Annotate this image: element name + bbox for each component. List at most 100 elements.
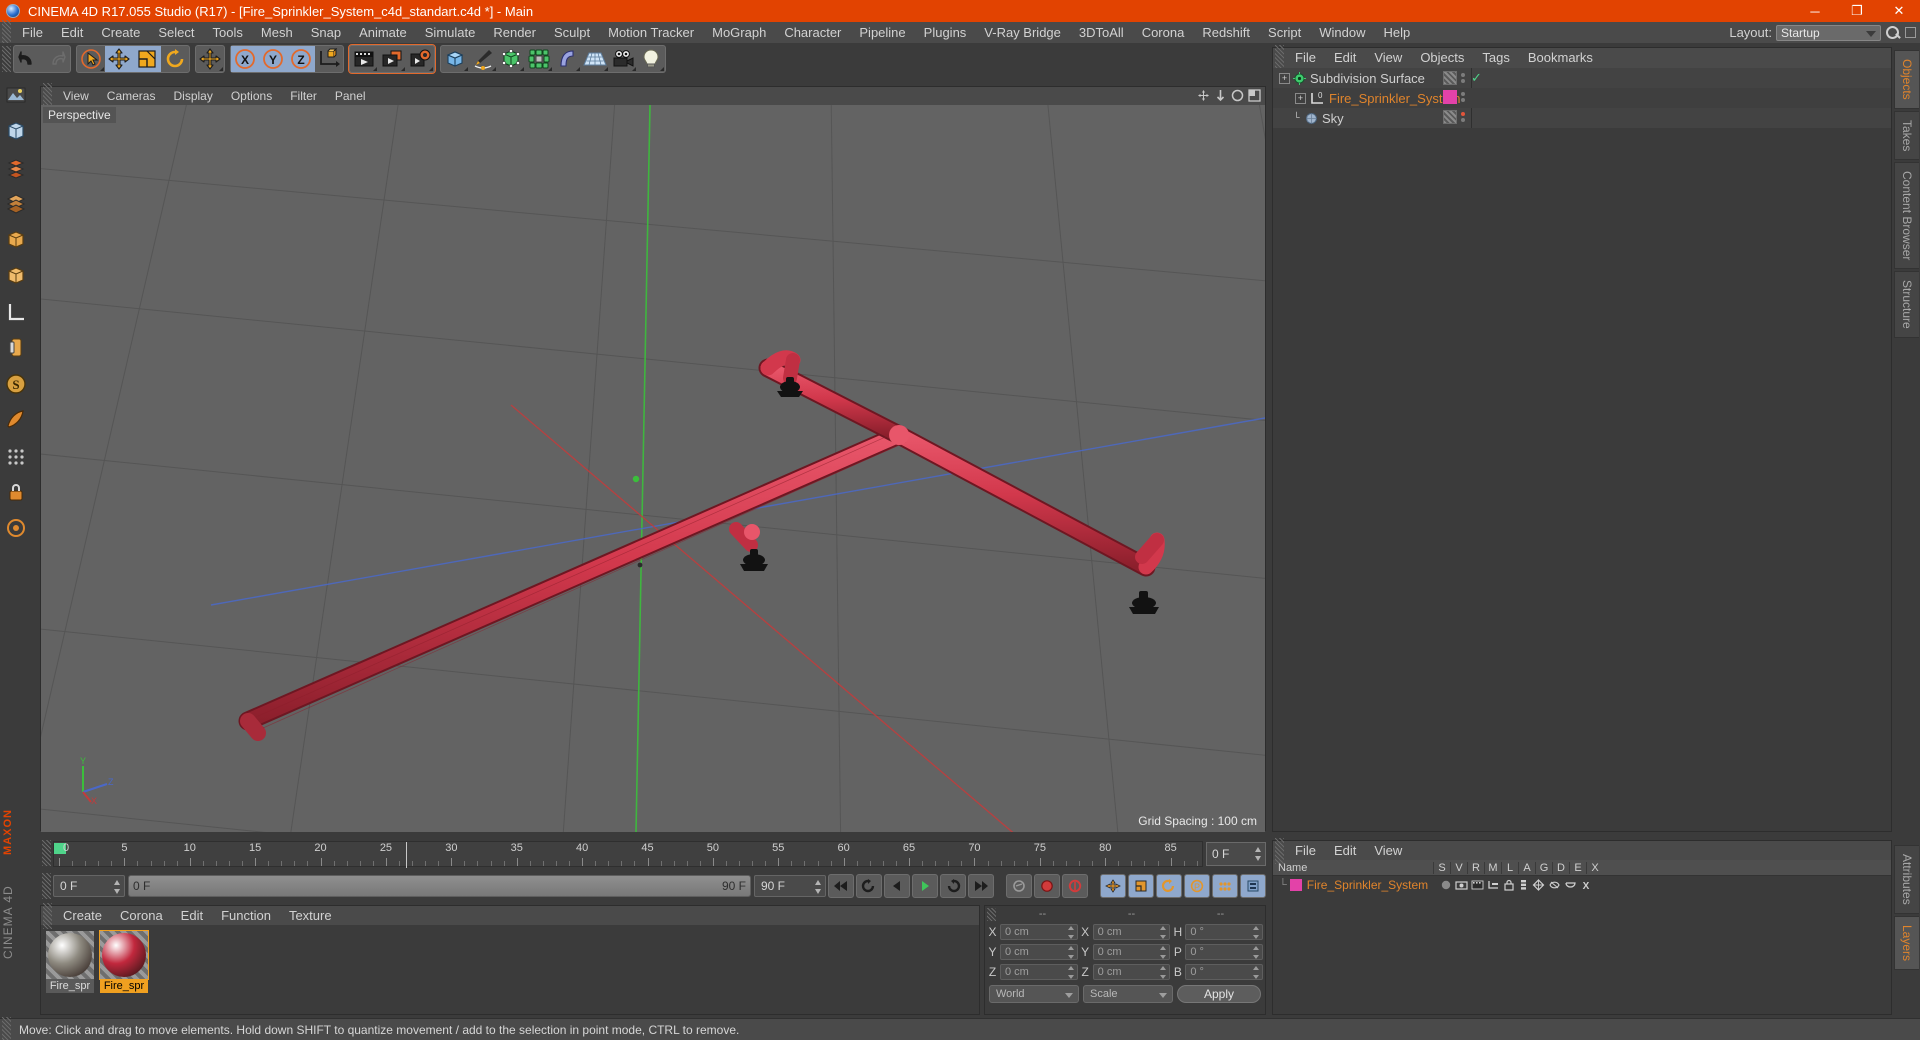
lock-z-axis-button[interactable]: Z [287, 46, 315, 72]
menu-item-select[interactable]: Select [149, 22, 203, 43]
layer-column-a[interactable]: A [1518, 861, 1535, 874]
material-item[interactable]: Fire_spr [46, 931, 94, 993]
spinner-icon[interactable] [1160, 946, 1167, 959]
spinner-icon[interactable] [1067, 966, 1075, 979]
move-alt-tool[interactable] [196, 46, 224, 72]
spline-pen-button[interactable] [469, 46, 497, 72]
material-menu-edit[interactable]: Edit [172, 906, 212, 925]
live-selection-tool[interactable] [77, 46, 105, 72]
menu-item-simulate[interactable]: Simulate [416, 22, 485, 43]
object-manager-menu-objects[interactable]: Objects [1411, 48, 1473, 68]
deformer-button[interactable] [553, 46, 581, 72]
layer-menu-view[interactable]: View [1365, 841, 1411, 860]
texture-mode-button[interactable] [1, 330, 31, 365]
record-scale-button[interactable] [1128, 874, 1154, 898]
spinner-icon[interactable] [1255, 847, 1262, 861]
visibility-dots-icon[interactable] [1461, 112, 1465, 122]
coord-field-rotation[interactable]: 0 ° [1185, 924, 1264, 940]
apply-button[interactable]: Apply [1177, 985, 1261, 1003]
coord-field-size[interactable]: 0 cm [1092, 964, 1171, 980]
layer-column-d[interactable]: D [1552, 861, 1569, 874]
visibility-dots-icon[interactable] [1461, 92, 1465, 102]
material-item[interactable]: Fire_spr [99, 930, 149, 993]
object-row[interactable]: + Subdivision Surface ✓ [1273, 68, 1891, 88]
layer-column-r[interactable]: R [1467, 861, 1484, 874]
rotate-viewport-icon[interactable] [1231, 89, 1244, 102]
menu-item-pipeline[interactable]: Pipeline [850, 22, 914, 43]
go-to-previous-key-button[interactable] [856, 874, 882, 898]
render-icon[interactable] [1471, 879, 1484, 891]
spinner-icon[interactable] [1160, 966, 1167, 979]
coord-field-position[interactable]: 0 cm [1000, 964, 1078, 980]
coord-field-size[interactable]: 0 cm [1092, 944, 1171, 960]
coord-field-rotation[interactable]: 0 ° [1185, 964, 1264, 980]
layout-dropdown[interactable]: Startup [1776, 24, 1881, 41]
object-color-swatch[interactable] [1443, 110, 1457, 124]
vertical-tab-attributes[interactable]: Attributes [1894, 845, 1919, 914]
lock-icon[interactable] [1503, 879, 1515, 891]
timeline-grip[interactable] [42, 840, 51, 866]
lock-y-axis-button[interactable]: Y [259, 46, 287, 72]
material-menu-corona[interactable]: Corona [111, 906, 172, 925]
manager-icon[interactable] [1487, 879, 1500, 891]
keyframe-selection-button[interactable] [1240, 874, 1266, 898]
menu-item-script[interactable]: Script [1259, 22, 1310, 43]
quantize-button[interactable] [1, 510, 31, 545]
model-mode-button[interactable] [1, 222, 31, 257]
viewport-3d-canvas[interactable]: Perspective Grid Spacing : 100 cm Y Z X [41, 105, 1265, 832]
autokeying-button[interactable] [1062, 874, 1088, 898]
play-forwards-button[interactable] [912, 874, 938, 898]
vertical-tab-objects[interactable]: Objects [1894, 50, 1919, 109]
menu-item-plugins[interactable]: Plugins [915, 22, 976, 43]
record-active-objects-button[interactable] [1034, 874, 1060, 898]
menu-item-corona[interactable]: Corona [1133, 22, 1194, 43]
material-manager-grip[interactable] [43, 902, 52, 929]
search-icon[interactable] [1885, 25, 1901, 41]
zoom-viewport-icon[interactable] [1214, 89, 1227, 102]
scale-mode-button[interactable]: S [1, 366, 31, 401]
visibility-dots-icon[interactable] [1461, 73, 1465, 83]
camera-button[interactable] [609, 46, 637, 72]
menu-item-mograph[interactable]: MoGraph [703, 22, 775, 43]
go-to-next-key-button[interactable] [940, 874, 966, 898]
timeline-end-field[interactable]: 0 F [1206, 842, 1266, 866]
spinner-icon[interactable] [1253, 926, 1260, 939]
layer-column-e[interactable]: E [1569, 861, 1586, 874]
viewport-menu-options[interactable]: Options [222, 87, 281, 105]
viewport-menu-view[interactable]: View [54, 87, 98, 105]
viewport-menu-panel[interactable]: Panel [326, 87, 375, 105]
grid-snap-button[interactable] [1, 438, 31, 473]
coordinates-grip[interactable] [987, 907, 996, 921]
vertical-tab-takes[interactable]: Takes [1894, 110, 1919, 161]
menu-grip[interactable] [2, 19, 11, 46]
menu-item-create[interactable]: Create [92, 22, 149, 43]
menu-item-character[interactable]: Character [775, 22, 850, 43]
spinner-icon[interactable] [815, 880, 822, 894]
layout-panel-icon[interactable] [1905, 27, 1916, 38]
object-manager-menu-file[interactable]: File [1286, 48, 1325, 68]
minimize-button[interactable]: ─ [1794, 0, 1836, 22]
go-to-end-button[interactable] [968, 874, 994, 898]
material-menu-create[interactable]: Create [54, 906, 111, 925]
coord-field-size[interactable]: 0 cm [1092, 924, 1171, 940]
layer-column-v[interactable]: V [1450, 861, 1467, 874]
close-button[interactable]: ✕ [1878, 0, 1920, 22]
nurbs-generator-button[interactable] [497, 46, 525, 72]
texture-axis-tool[interactable] [1, 78, 31, 113]
transport-grip[interactable] [42, 873, 51, 899]
menu-item-help[interactable]: Help [1375, 22, 1420, 43]
play-backwards-button[interactable] [884, 874, 910, 898]
layer-menu-edit[interactable]: Edit [1325, 841, 1365, 860]
material-preview[interactable] [99, 930, 149, 980]
generator-icon[interactable] [1532, 878, 1545, 891]
layer-menu-file[interactable]: File [1286, 841, 1325, 860]
spinner-icon[interactable] [1067, 926, 1075, 939]
world-object-coordinates-button[interactable] [315, 46, 343, 72]
vertical-tab-content-browser[interactable]: Content Browser [1894, 162, 1919, 270]
workplane-mode-button[interactable] [1, 294, 31, 329]
rotate-tool[interactable] [161, 46, 189, 72]
menu-item-motion-tracker[interactable]: Motion Tracker [599, 22, 703, 43]
object-color-swatch[interactable] [1443, 71, 1457, 85]
coord-field-rotation[interactable]: 0 ° [1185, 944, 1264, 960]
knife-tool-button[interactable] [1, 402, 31, 437]
